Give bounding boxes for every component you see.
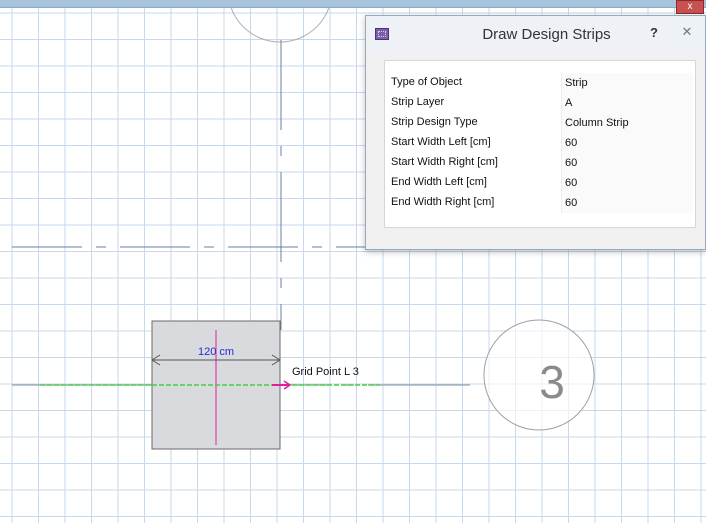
- draw-design-strips-dialog: Draw Design Strips ? ✕ Type of Object St…: [365, 15, 706, 250]
- property-row-end-width-left[interactable]: End Width Left [cm] 60: [385, 173, 695, 193]
- grid-bubble-3-label: 3: [539, 356, 565, 408]
- property-value[interactable]: Column Strip: [561, 113, 693, 133]
- property-row-strip-layer[interactable]: Strip Layer A: [385, 93, 695, 113]
- property-value[interactable]: 60: [561, 173, 693, 193]
- property-grid: Type of Object Strip Strip Layer A Strip…: [384, 60, 696, 228]
- property-value[interactable]: 60: [561, 153, 693, 173]
- property-value[interactable]: 60: [561, 193, 693, 213]
- property-key: Start Width Left [cm]: [391, 136, 491, 148]
- property-value[interactable]: A: [561, 93, 693, 113]
- property-row-start-width-right[interactable]: Start Width Right [cm] 60: [385, 153, 695, 173]
- property-row-start-width-left[interactable]: Start Width Left [cm] 60: [385, 133, 695, 153]
- property-key: Type of Object: [391, 76, 462, 88]
- dialog-titlebar[interactable]: Draw Design Strips ? ✕: [366, 16, 705, 52]
- property-row-type-of-object[interactable]: Type of Object Strip: [385, 73, 695, 93]
- grid-point-label: Grid Point L 3: [292, 366, 359, 378]
- property-key: End Width Right [cm]: [391, 196, 495, 208]
- dimension-label: 120 cm: [198, 346, 234, 358]
- property-row-strip-design-type[interactable]: Strip Design Type Column Strip: [385, 113, 695, 133]
- window-top-strip: [0, 0, 706, 8]
- background-close-button[interactable]: x: [676, 0, 704, 14]
- close-button[interactable]: ✕: [672, 22, 702, 42]
- property-key: End Width Left [cm]: [391, 176, 487, 188]
- property-key: Strip Layer: [391, 96, 445, 108]
- property-value[interactable]: 60: [561, 133, 693, 153]
- property-key: Start Width Right [cm]: [391, 156, 498, 168]
- property-row-end-width-right[interactable]: End Width Right [cm] 60: [385, 193, 695, 213]
- help-button[interactable]: ?: [646, 25, 662, 41]
- property-key: Strip Design Type: [391, 116, 478, 128]
- property-value[interactable]: Strip: [561, 73, 693, 93]
